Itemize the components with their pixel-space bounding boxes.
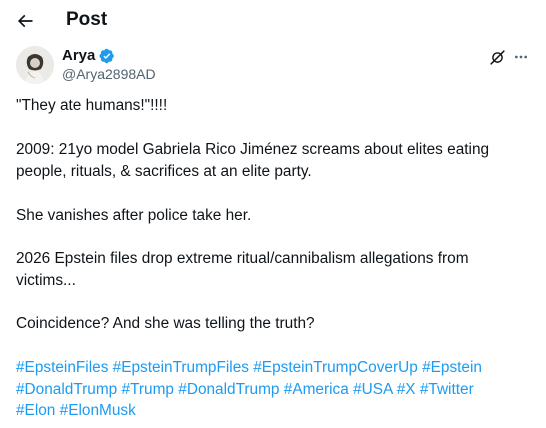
hashtag-link[interactable]: #Trump — [122, 381, 174, 398]
post-text-line: victims... — [16, 272, 76, 289]
post-text-line: Coincidence? And she was telling the tru… — [16, 315, 315, 332]
post-text-line: "They ate humans!"!!!! — [16, 97, 168, 114]
more-button[interactable] — [510, 46, 532, 68]
hashtag-link[interactable]: #Epstein — [422, 359, 482, 376]
user-handle[interactable]: @Arya2898AD — [62, 66, 156, 82]
page-title: Post — [66, 9, 108, 30]
display-name[interactable]: Arya — [62, 47, 95, 64]
hashtag-link[interactable]: #EpsteinTrumpFiles — [113, 359, 249, 376]
hashtag-link[interactable]: #EpsteinTrumpCoverUp — [253, 359, 418, 376]
post-author: Arya @Arya2898AD — [16, 46, 536, 86]
hashtag-link[interactable]: #EpsteinFiles — [16, 359, 108, 376]
hashtag-link[interactable]: #DonaldTrump — [16, 381, 117, 398]
post-text-line: She vanishes after police take her. — [16, 207, 252, 224]
hashtag-link[interactable]: #X — [397, 381, 416, 398]
hashtag-link[interactable]: #Elon — [16, 402, 55, 419]
post-text-line: people, rituals, & sacrifices at an elit… — [16, 163, 312, 180]
hashtag-link[interactable]: #ElonMusk — [60, 402, 136, 419]
post-text-line: 2009: 21yo model Gabriela Rico Jiménez s… — [16, 141, 490, 158]
hashtag-list: #EpsteinFiles #EpsteinTrumpFiles #Epstei… — [16, 357, 536, 422]
grok-button[interactable] — [486, 46, 508, 68]
hashtag-link[interactable]: #USA — [353, 381, 392, 398]
post-header: Post — [0, 0, 546, 42]
avatar[interactable] — [16, 46, 54, 84]
hashtag-link[interactable]: #America — [284, 381, 349, 398]
hashtag-link[interactable]: #DonaldTrump — [178, 381, 279, 398]
post-text-line: 2026 Epstein files drop extreme ritual/c… — [16, 250, 469, 267]
hashtag-link[interactable]: #Twitter — [420, 381, 474, 398]
arrow-left-icon — [17, 14, 33, 28]
more-horizontal-icon — [515, 55, 527, 59]
name-row: Arya — [62, 47, 115, 64]
grok-icon — [489, 49, 505, 65]
back-button[interactable] — [10, 6, 40, 36]
verified-badge-icon — [99, 48, 115, 63]
